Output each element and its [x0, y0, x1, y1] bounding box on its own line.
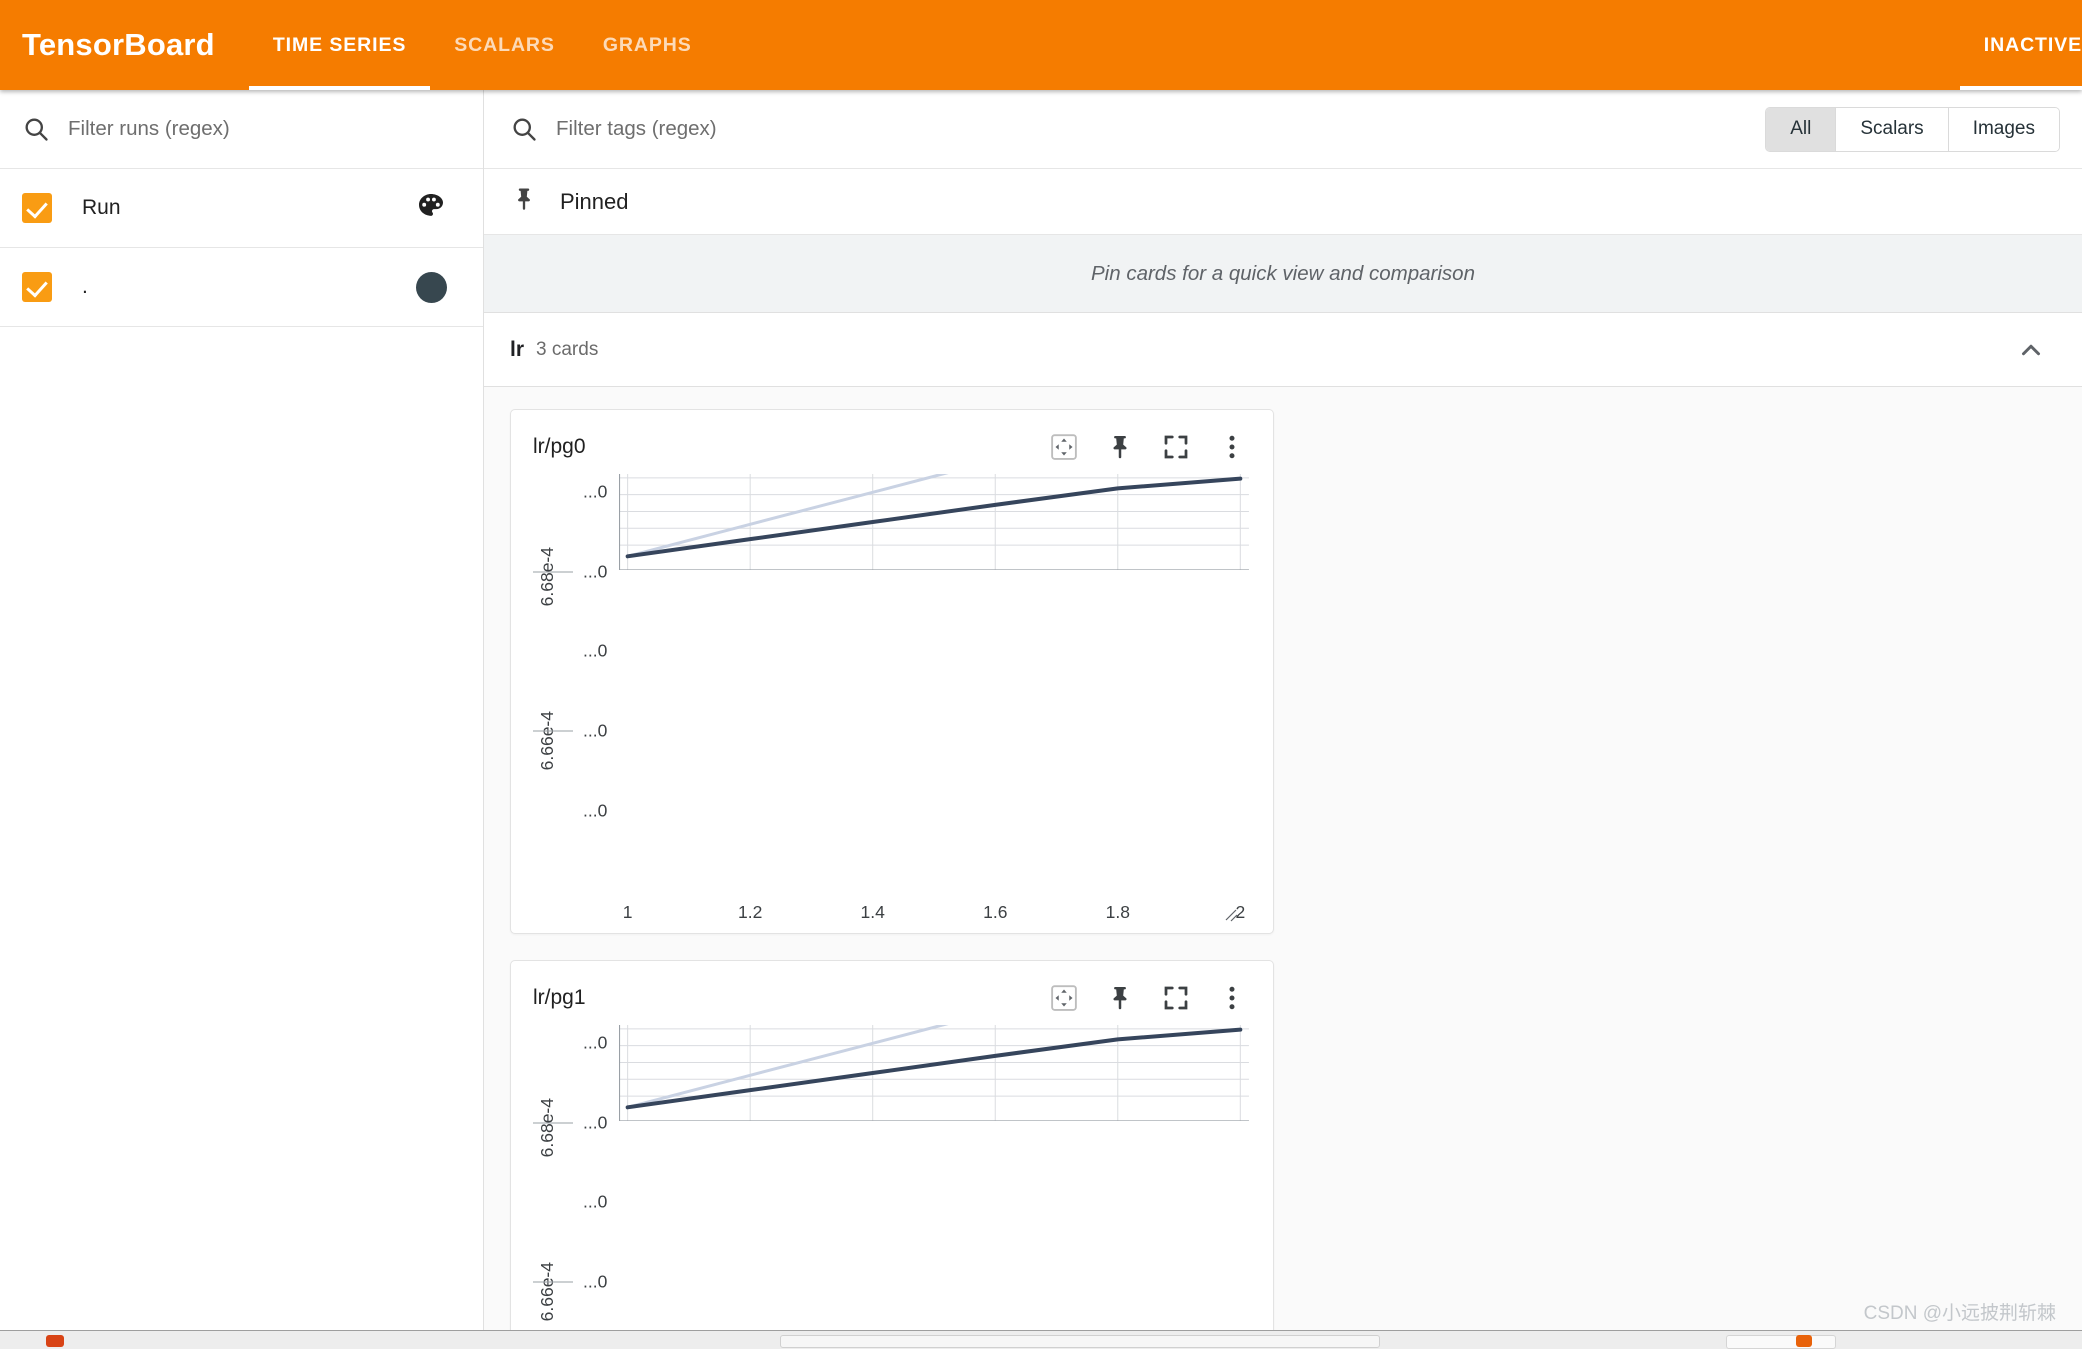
chart-plot[interactable]: 6.68e-46.66e-4...0...0...0...0...011.21.… — [511, 1019, 1273, 1330]
plugin-type-toggle: All Scalars Images — [1765, 106, 2060, 152]
pinned-section-header: Pinned — [484, 169, 2082, 235]
chart-grid-and-series — [619, 1025, 1249, 1121]
tag-group-name: lr — [510, 337, 525, 361]
runs-header-label: Run — [82, 196, 121, 219]
y-axis-tick-mark — [533, 1122, 573, 1124]
taskbar-icon-app2[interactable] — [1726, 1335, 1836, 1349]
chart-plot-inner: 6.68e-46.66e-4...0...0...0...0...011.21.… — [529, 1025, 1249, 1330]
chart-plot-inner: 6.68e-4 6.66e-4 ...0 ...0 ...0 ...0 ...0 1 1.2 1.… — [529, 474, 1249, 929]
y-axis-unit-label: 6.68e-4 — [537, 1097, 557, 1158]
run-item[interactable]: . — [0, 248, 483, 327]
tag-filter-input[interactable]: Filter tags (regex) — [556, 117, 717, 141]
chart-card-actions — [1049, 432, 1253, 462]
chart-card: lr/pg0 6.68e-4 6.66e-4 ...0 ...0 ...0 ...0...… — [510, 409, 1274, 934]
tab-graphs[interactable]: GRAPHS — [579, 0, 716, 90]
runs-sidebar: Filter runs (regex) Run . — [0, 90, 484, 1330]
chart-card-actions — [1049, 983, 1253, 1013]
chart-plot[interactable]: 6.68e-4 6.66e-4 ...0 ...0 ...0 ...0 ...0 1 1.2 1.… — [511, 468, 1273, 933]
chevron-up-icon[interactable] — [2016, 335, 2056, 365]
x-axis-tick-label: 1.2 — [738, 902, 763, 922]
y-axis-tick-label: ...0 — [583, 640, 608, 661]
select-all-runs-checkbox[interactable] — [22, 193, 52, 223]
x-axis-tick-label: 1.6 — [983, 902, 1008, 922]
tag-filter-row: Filter tags (regex) All Scalars Images — [484, 90, 2082, 169]
more-options-icon[interactable] — [1217, 432, 1247, 462]
y-axis-unit-label: 6.66e-4 — [537, 1261, 557, 1321]
x-axis-tick-label: 1 — [622, 902, 633, 922]
y-axis-tick-label: ...0 — [583, 1191, 608, 1212]
app-bar-right: INACTIVE — [1959, 0, 2082, 90]
fit-to-data-icon[interactable] — [1049, 983, 1079, 1013]
taskbar-icon-app3[interactable] — [1796, 1335, 1812, 1347]
y-axis-tick-label: ...0 — [583, 800, 608, 821]
chart-card-header: lr/pg1 — [511, 961, 1273, 1019]
runs-header-row: Run — [0, 169, 483, 248]
type-btn-images[interactable]: Images — [1948, 107, 2059, 151]
type-btn-scalars[interactable]: Scalars — [1836, 107, 1949, 151]
taskbar-search-box[interactable] — [780, 1335, 1380, 1348]
fullscreen-icon[interactable] — [1161, 983, 1191, 1013]
y-axis-tick-label: ...0 — [583, 1112, 608, 1133]
tab-inactive[interactable]: INACTIVE — [1959, 0, 2082, 90]
os-taskbar — [0, 1330, 2082, 1349]
y-axis-tick-mark — [533, 571, 573, 573]
run-color-swatch-wrap — [416, 271, 461, 303]
run-filter-input[interactable]: Filter runs (regex) — [68, 117, 230, 141]
y-axis-tick-mark — [533, 730, 573, 732]
more-options-icon[interactable] — [1217, 983, 1247, 1013]
y-axis-tick-mark — [533, 1281, 573, 1283]
tag-group-count: 3 cards — [536, 338, 599, 360]
search-icon — [510, 115, 538, 143]
pinned-empty-message: Pin cards for a quick view and compariso… — [484, 235, 2082, 313]
chart-card: lr/pg1 6.68e-46.66e-4...0...0...0...0...… — [510, 960, 1274, 1330]
chart-card-header: lr/pg0 — [511, 410, 1273, 468]
pin-icon[interactable] — [1105, 432, 1135, 462]
search-icon — [22, 115, 50, 143]
y-axis-tick-label: ...0 — [583, 1032, 608, 1053]
chart-card-title: lr/pg0 — [533, 435, 586, 458]
runs-header-right — [415, 190, 461, 227]
y-axis-tick-label: ...0 — [583, 720, 608, 741]
palette-icon[interactable] — [415, 190, 447, 227]
x-axis-tick-label: 1.8 — [1105, 902, 1130, 922]
tab-scalars[interactable]: SCALARS — [430, 0, 579, 90]
main-tabs: TIME SERIES SCALARS GRAPHS — [248, 0, 716, 90]
run-checkbox[interactable] — [22, 272, 52, 302]
fullscreen-icon[interactable] — [1161, 432, 1191, 462]
run-item-label: . — [82, 275, 88, 298]
main-panel: Filter tags (regex) All Scalars Images P… — [484, 90, 2082, 1330]
y-axis-tick-label: ...0 — [583, 481, 608, 502]
top-app-bar: TensorBoard TIME SERIES SCALARS GRAPHS I… — [0, 0, 2082, 90]
y-axis-unit-label: 6.68e-4 — [537, 546, 557, 607]
y-axis-tick-label: ...0 — [583, 561, 608, 582]
fit-to-data-icon[interactable] — [1049, 432, 1079, 462]
pin-icon — [510, 185, 538, 218]
run-color-dot[interactable] — [416, 271, 447, 303]
tab-time-series[interactable]: TIME SERIES — [248, 0, 431, 90]
chart-card-title: lr/pg1 — [533, 986, 586, 1009]
chart-grid-and-series — [619, 474, 1249, 570]
taskbar-icon-app1[interactable] — [46, 1335, 64, 1347]
tag-group-header[interactable]: lr 3 cards — [484, 313, 2082, 387]
chart-cards-area: lr/pg0 6.68e-4 6.66e-4 ...0 ...0 ...0 ...0...… — [484, 387, 2082, 1330]
sidebar-empty-space — [0, 327, 483, 1330]
card-resize-handle[interactable] — [1223, 907, 1239, 923]
pin-icon[interactable] — [1105, 983, 1135, 1013]
y-axis-unit-label: 6.66e-4 — [537, 710, 557, 770]
y-axis-tick-label: ...0 — [583, 1271, 608, 1292]
pinned-label: Pinned — [560, 188, 629, 214]
type-btn-all[interactable]: All — [1766, 107, 1837, 151]
body-wrapper: Filter runs (regex) Run . Filter tags (r… — [0, 90, 2082, 1330]
run-filter-row[interactable]: Filter runs (regex) — [0, 90, 483, 169]
x-axis-tick-label: 1.4 — [860, 902, 885, 922]
app-brand: TensorBoard — [22, 27, 215, 62]
